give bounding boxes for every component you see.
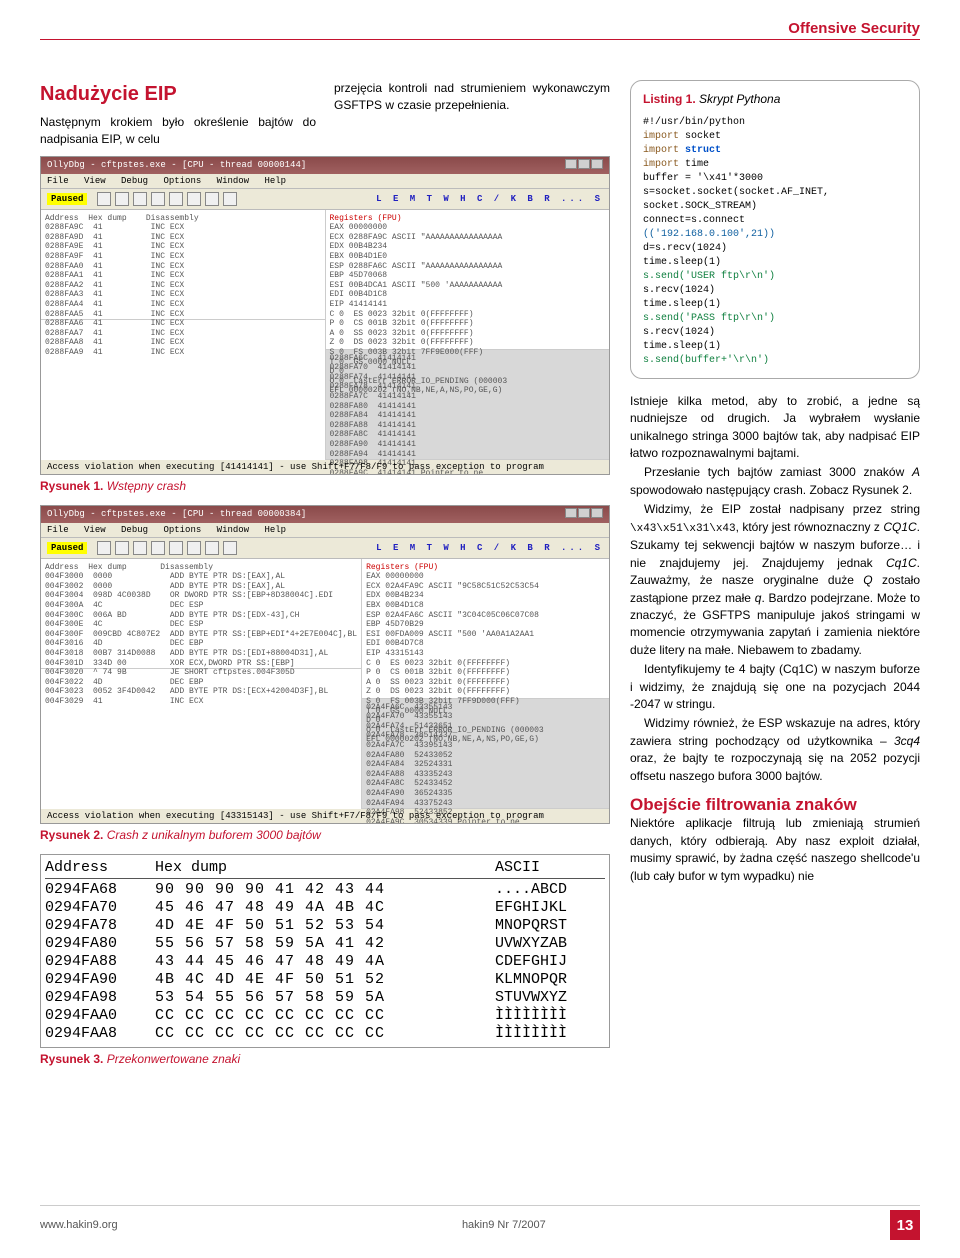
toolbar-button[interactable] [169, 192, 183, 206]
toolbar-button[interactable] [223, 192, 237, 206]
stack-pane: 0288FA6C 41414141 0288FA70 41414141 0288… [326, 350, 610, 460]
window-buttons[interactable] [564, 159, 603, 172]
page-number: 13 [890, 1210, 920, 1240]
figure-2-caption: Rysunek 2. Crash z unikalnym buforem 300… [40, 828, 610, 842]
footer-issue: hakin9 Nr 7/2007 [462, 1219, 546, 1231]
subheading: Obejście filtrowania znaków [630, 795, 920, 815]
listing-1: Listing 1. Skrypt Pythona #!/usr/bin/pyt… [630, 80, 920, 379]
disasm-pane: Address Hex dump Disassembly 004F3000 00… [41, 559, 361, 669]
page-footer: www.hakin9.org hakin9 Nr 7/2007 13 [40, 1205, 920, 1240]
window-buttons[interactable] [564, 508, 603, 521]
hex-row: 0294FA904B 4C 4D 4E 4F 50 51 52KLMNOPQR [45, 971, 605, 989]
article-title: Nadużycie EIP [40, 80, 316, 108]
toolbar-button[interactable] [223, 541, 237, 555]
toolbar-button[interactable] [205, 192, 219, 206]
hex-row: 0294FA784D 4E 4F 50 51 52 53 54MNOPQRST [45, 917, 605, 935]
hex-row: 0294FA8843 44 45 46 47 48 49 4ACDEFGHIJ [45, 953, 605, 971]
toolbar-button[interactable] [169, 541, 183, 555]
hex-row: 0294FA9853 54 55 56 57 58 59 5ASTUVWXYZ [45, 989, 605, 1007]
toolbar-button[interactable] [97, 192, 111, 206]
toolbar-button[interactable] [151, 541, 165, 555]
toolbar-button[interactable] [133, 192, 147, 206]
figure-1: OllyDbg - cftpstes.exe - [CPU - thread 0… [40, 156, 610, 475]
figure-1-caption: Rysunek 1. Wstępny crash [40, 479, 610, 493]
section-name: Offensive Security [788, 20, 920, 37]
listing-label: Listing 1. [643, 92, 696, 106]
menu-bar[interactable]: File View Debug Options Window Help [41, 523, 609, 538]
menu-bar[interactable]: File View Debug Options Window Help [41, 174, 609, 189]
figure-3-caption: Rysunek 3. Przekonwertowane znaki [40, 1052, 610, 1066]
registers-pane: Registers (FPU) EAX 00000000 ECX 0288FA9… [326, 210, 610, 350]
toolbar-button[interactable] [205, 541, 219, 555]
status-line: Access violation when executing [4331514… [41, 809, 609, 823]
listing-code: #!/usr/bin/python import socket import s… [643, 116, 907, 368]
registers-pane: Registers (FPU) EAX 00000000 ECX 02A4FA9… [362, 559, 609, 699]
hex-row: 0294FAA8CC CC CC CC CC CC CC CCÌÌÌÌÌÌÌÌ [45, 1025, 605, 1043]
paused-badge: Paused [47, 542, 87, 554]
body-p6: Niektóre aplikacje filtrują lub zmieniaj… [630, 815, 920, 885]
listing-title: Skrypt Pythona [699, 92, 780, 106]
intro-text-left: Następnym krokiem było określenie bajtów… [40, 115, 316, 146]
hex-row: 0294FA6890 90 90 90 41 42 43 44....ABCD [45, 881, 605, 899]
body-p3: Widzimy, że EIP został nadpisany przez s… [630, 501, 920, 659]
stack-pane: 02A4FA6C 43355143 02A4FA70 43355143 02A4… [362, 699, 609, 809]
hex-row: 0294FAA0CC CC CC CC CC CC CC CCÌÌÌÌÌÌÌÌ [45, 1007, 605, 1025]
hex-row: 0294FA7045 46 47 48 49 4A 4B 4CEFGHIJKL [45, 899, 605, 917]
body-p5: Widzimy również, że ESP wskazuje na adre… [630, 715, 920, 785]
intro-text-right: przejęcia kontroli nad strumieniem wykon… [334, 81, 610, 112]
figure-3: Address Hex dump ASCII 0294FA6890 90 90 … [40, 854, 610, 1048]
status-line: Access violation when executing [4141414… [41, 460, 609, 474]
footer-url: www.hakin9.org [40, 1219, 118, 1231]
disasm-pane: Address Hex dump Disassembly 0288FA9C 41… [41, 210, 325, 320]
toolbar-button[interactable] [115, 192, 129, 206]
toolbar-button[interactable] [151, 192, 165, 206]
body-p1: Istnieje kilka metod, aby to zrobić, a j… [630, 393, 920, 463]
paused-badge: Paused [47, 193, 87, 205]
hex-header-ascii: ASCII [495, 859, 605, 876]
hex-row: 0294FA8055 56 57 58 59 5A 41 42UVWXYZAB [45, 935, 605, 953]
toolbar-button[interactable] [97, 541, 111, 555]
hex-header-dump: Hex dump [155, 859, 495, 876]
toolbar-letters[interactable]: L E M T W H C / K B R ... S [376, 543, 603, 553]
body-p4: Identyfikujemy te 4 bajty (Cq1C) w naszy… [630, 661, 920, 713]
figure-2: OllyDbg - cftpstes.exe - [CPU - thread 0… [40, 505, 610, 824]
toolbar-button[interactable] [187, 192, 201, 206]
fig2-titlebar: OllyDbg - cftpstes.exe - [CPU - thread 0… [47, 509, 306, 519]
left-column: Nadużycie EIP Następnym krokiem było okr… [40, 80, 610, 1078]
toolbar-button[interactable] [115, 541, 129, 555]
toolbar-button[interactable] [133, 541, 147, 555]
toolbar-button[interactable] [187, 541, 201, 555]
fig1-titlebar: OllyDbg - cftpstes.exe - [CPU - thread 0… [47, 160, 306, 170]
right-column: Listing 1. Skrypt Pythona #!/usr/bin/pyt… [630, 80, 920, 1078]
toolbar-letters[interactable]: L E M T W H C / K B R ... S [376, 194, 603, 204]
body-p2: Przesłanie tych bajtów zamiast 3000 znak… [630, 464, 920, 499]
hex-header-address: Address [45, 859, 155, 876]
